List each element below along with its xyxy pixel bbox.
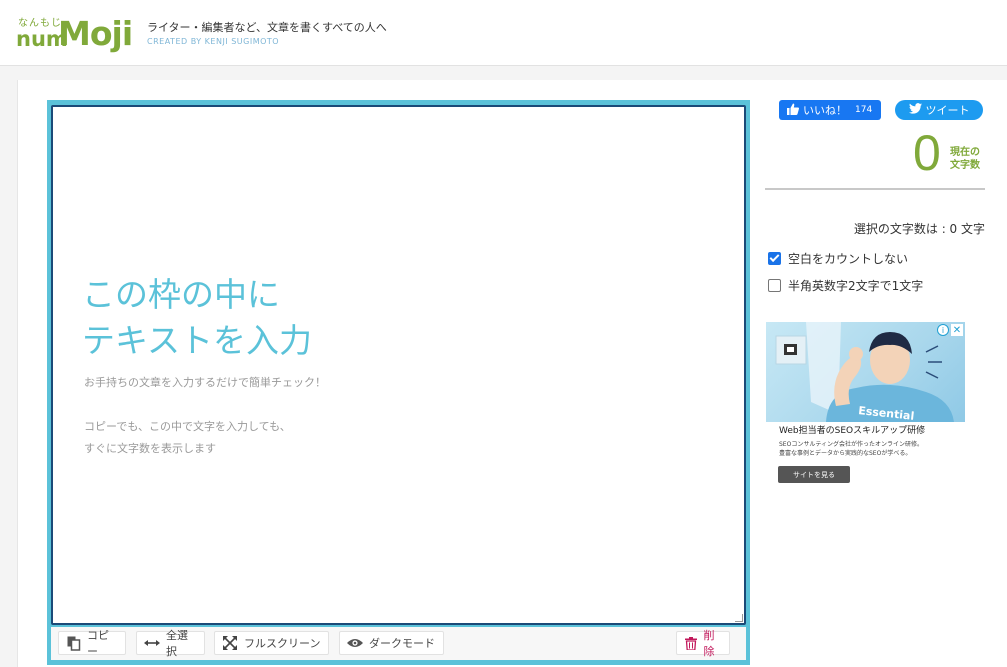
site-credit: CREATED BY KENJI SUGIMOTO — [147, 37, 280, 46]
thumbs-up-icon — [787, 103, 799, 118]
placeholder-heading-line1: この枠の中に — [82, 275, 280, 314]
site-tagline: ライター・編集者など、文章を書くすべての人へ — [147, 21, 387, 34]
placeholder-subtitle: お手持ちの文章を入力するだけで簡単チェック！ — [84, 376, 326, 389]
facebook-like-button[interactable]: いいね！ 174 — [779, 100, 881, 120]
ad-info-icon[interactable]: i — [937, 324, 949, 336]
twitter-bird-icon — [908, 103, 922, 117]
expand-icon — [222, 635, 238, 651]
placeholder-description-line1: コピーでも、この中で文字を入力しても、 — [84, 420, 291, 433]
delete-button[interactable]: 削除 — [676, 629, 730, 658]
eye-icon — [347, 635, 363, 651]
ad-close-icon[interactable]: ✕ — [951, 324, 963, 336]
delete-label: 削除 — [703, 629, 715, 658]
select-all-button[interactable]: 全選択 — [136, 629, 205, 658]
selection-count: 選択の文字数は : 0 文字 — [853, 222, 985, 236]
halfwidth-count-checkbox[interactable] — [768, 279, 781, 292]
halfwidth-count-option[interactable]: 半角英数字2文字で1文字 — [768, 277, 923, 294]
like-count: 174 — [855, 105, 873, 115]
tweet-label: ツイート — [925, 104, 970, 117]
ad-description: SEOコンサルティング会社が作ったオンライン研修。 豊富な事例とデータから実践的… — [779, 440, 923, 458]
ad-description-line2: 豊富な事例とデータから実践的なSEOが学べる。 — [779, 450, 912, 457]
copy-button[interactable]: コピー — [58, 629, 126, 658]
halfwidth-count-label: 半角英数字2文字で1文字 — [788, 279, 924, 293]
site-logo[interactable]: なんもじ num Moji — [16, 14, 134, 56]
fullscreen-label: フルスクリーン — [244, 637, 321, 650]
dark-mode-button[interactable]: ダークモード — [339, 631, 444, 655]
trash-icon — [684, 635, 697, 651]
resize-handle[interactable] — [735, 614, 743, 622]
character-count-label: 現在の 文字数 — [950, 146, 990, 172]
ad-description-line1: SEOコンサルティング会社が作ったオンライン研修。 — [779, 441, 923, 448]
counter-divider — [765, 188, 985, 190]
placeholder-heading-line2: テキストを入力 — [82, 321, 313, 360]
editor-toolbar: コピー 全選択 フルスクリーン ダークモード 削除 — [51, 627, 746, 660]
site-header: なんもじ num Moji ライター・編集者など、文章を書くすべての人へ CRE… — [0, 0, 1007, 66]
select-all-label: 全選択 — [166, 629, 188, 658]
tweet-button[interactable]: ツイート — [895, 100, 983, 120]
ad-image: Essential — [766, 322, 965, 423]
ad-cta-button[interactable]: サイトを見る — [778, 466, 850, 483]
dark-mode-label: ダークモード — [369, 637, 435, 650]
character-count-label-line2: 文字数 — [950, 160, 980, 171]
placeholder-description-line2: すぐに文字数を表示します — [84, 442, 216, 455]
ad-title: Web担当者のSEOスキルアップ研修 — [779, 426, 926, 436]
ignore-spaces-option[interactable]: 空白をカウントしない — [768, 250, 908, 267]
copy-icon — [66, 635, 81, 651]
logo-moji: Moji — [58, 14, 133, 53]
advertisement[interactable]: Essential i ✕ Web担当者のSEOスキルアップ研修 SEOコンサル… — [766, 322, 965, 490]
like-label: いいね！ — [803, 104, 847, 117]
horizontal-arrows-icon — [144, 635, 160, 651]
copy-label: コピー — [87, 629, 110, 658]
character-count: 0 — [913, 125, 941, 181]
character-count-label-line1: 現在の — [950, 147, 980, 158]
ignore-spaces-label: 空白をカウントしない — [788, 252, 909, 266]
fullscreen-button[interactable]: フルスクリーン — [214, 631, 329, 655]
placeholder-heading: この枠の中に テキストを入力 — [82, 272, 312, 364]
text-input-area[interactable]: この枠の中に テキストを入力 お手持ちの文章を入力するだけで簡単チェック！ コピ… — [51, 105, 746, 625]
ignore-spaces-checkbox[interactable] — [768, 252, 781, 265]
